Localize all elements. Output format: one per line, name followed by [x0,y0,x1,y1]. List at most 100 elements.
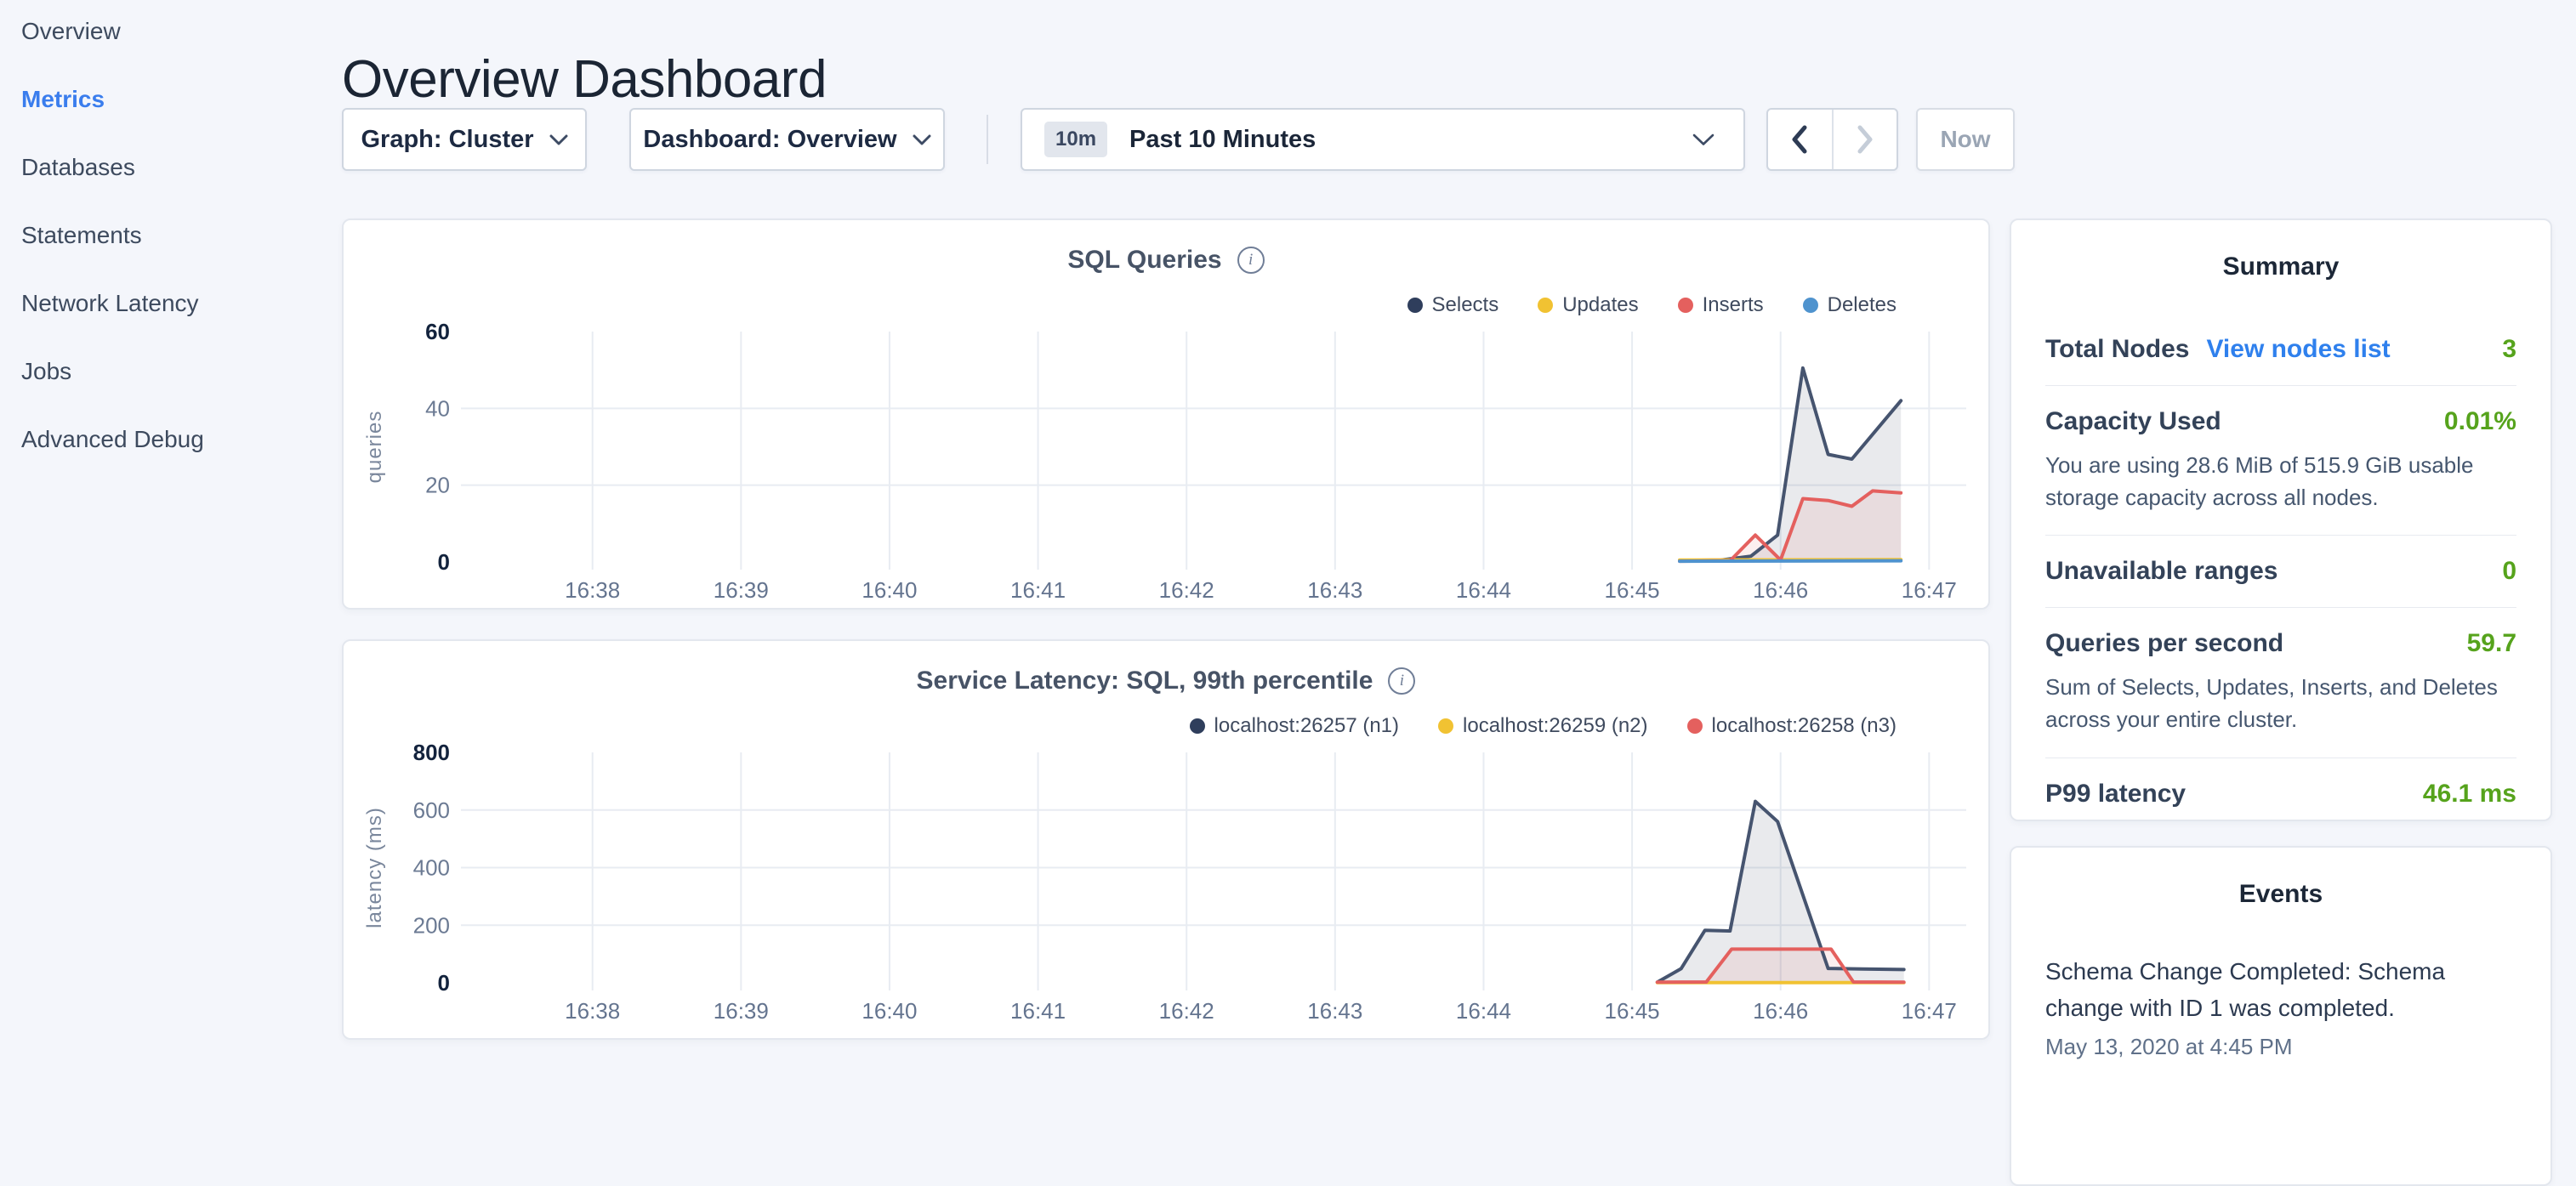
legend-dot-icon [1687,718,1703,734]
svg-text:16:39: 16:39 [714,577,769,603]
svg-text:200: 200 [413,912,450,938]
overview-dashboard-page: { "theme": { "page_bg": "#f4f6fb", "acti… [0,0,2576,1051]
svg-text:queries: queries [363,411,386,484]
svg-text:16:42: 16:42 [1159,577,1214,603]
summary-value: 3 [2502,335,2516,364]
svg-text:16:41: 16:41 [1010,577,1066,603]
svg-text:0: 0 [438,549,450,575]
event-item[interactable]: Schema Change Completed: Schema change w… [2045,953,2516,1060]
events-panel: Events Schema Change Completed: Schema c… [2010,846,2552,1186]
svg-text:400: 400 [413,855,450,881]
chart-legend: localhost:26257 (n1) localhost:26259 (n2)… [1190,714,1896,738]
svg-text:16:44: 16:44 [1456,998,1511,1024]
svg-text:0: 0 [438,970,450,996]
summary-row-total-nodes: Total Nodes View nodes list 3 [2045,314,2516,386]
sidebar-item-databases[interactable]: Databases [0,152,342,183]
svg-text:800: 800 [413,740,450,765]
graph-scope-dropdown[interactable]: Graph: Cluster [342,108,587,171]
legend-label: localhost:26258 (n3) [1712,714,1896,738]
summary-value: 0.01% [2444,407,2516,436]
summary-label: Unavailable ranges [2045,557,2277,586]
event-timestamp: May 13, 2020 at 4:45 PM [2045,1034,2516,1060]
event-text: Schema Change Completed: Schema change w… [2045,953,2516,1027]
legend-dot-icon [1438,718,1453,734]
sidebar-item-advanced-debug[interactable]: Advanced Debug [0,424,342,455]
previous-interval-button[interactable] [1768,110,1834,169]
summary-row-queries-per-second: Queries per second59.7Sum of Selects, Up… [2045,608,2516,758]
legend-item: Inserts [1678,293,1764,317]
chart-title-row: SQL Queries i [344,246,1988,275]
page-title: Overview Dashboard [342,49,827,110]
chart-title: Service Latency: SQL, 99th percentile [917,667,1373,695]
sql-queries-plot: 020406016:3816:3916:4016:4116:4216:4316:… [344,220,1992,611]
summary-value: 46.1 ms [2423,780,2516,809]
legend-item: Selects [1407,293,1499,317]
sql-queries-chart-card: SQL Queries i Selects Updates Inserts Delet… [342,218,1990,610]
chevron-down-icon [1692,133,1714,146]
svg-text:16:40: 16:40 [862,577,917,603]
info-icon[interactable]: i [1388,667,1415,695]
legend-dot-icon [1407,298,1423,313]
chart-legend: Selects Updates Inserts Deletes [1407,293,1897,317]
svg-text:latency (ms): latency (ms) [363,807,386,928]
legend-dot-icon [1678,298,1693,313]
summary-label: Total Nodes [2045,335,2189,364]
sidebar-item-overview[interactable]: Overview [0,16,342,47]
legend-label: Selects [1432,293,1499,317]
svg-text:16:47: 16:47 [1902,577,1957,603]
time-range-badge: 10m [1044,122,1107,157]
legend-label: Deletes [1828,293,1896,317]
legend-label: localhost:26259 (n2) [1463,714,1647,738]
controls-divider [987,115,988,164]
time-range-label: Past 10 Minutes [1129,126,1316,154]
svg-text:60: 60 [425,319,450,344]
graph-scope-label: Graph: Cluster [361,126,533,154]
summary-row-unavailable-ranges: Unavailable ranges0 [2045,536,2516,608]
legend-item: localhost:26257 (n1) [1190,714,1399,738]
svg-text:16:41: 16:41 [1010,998,1066,1024]
sidebar-item-jobs[interactable]: Jobs [0,356,342,387]
summary-subtext: Sum of Selects, Updates, Inserts, and De… [2045,672,2516,735]
legend-dot-icon [1538,298,1553,313]
summary-label: Queries per second [2045,629,2283,658]
time-step-buttons [1766,108,1898,171]
legend-item: Deletes [1803,293,1896,317]
chevron-left-icon [1790,124,1809,155]
svg-text:40: 40 [425,395,450,421]
summary-rows: Total Nodes View nodes list 3 Capacity Used… [2045,314,2516,830]
svg-text:600: 600 [413,797,450,823]
svg-text:20: 20 [425,473,450,498]
svg-text:16:38: 16:38 [565,577,620,603]
sidebar-item-statements[interactable]: Statements [0,220,342,251]
view-nodes-list-link[interactable]: View nodes list [2206,335,2390,364]
summary-row-capacity-used: Capacity Used 0.01% You are using 28.6 MiB… [2045,386,2516,536]
chart-title-row: Service Latency: SQL, 99th percentile i [344,667,1988,695]
svg-text:16:38: 16:38 [565,998,620,1024]
sidebar-item-metrics[interactable]: Metrics [0,84,342,115]
svg-text:16:46: 16:46 [1753,577,1808,603]
service-latency-plot: 0 200 400 600 800 16:38 16:39 16:40 16:41 16:42 16… [344,641,1992,1041]
svg-text:16:47: 16:47 [1902,998,1957,1024]
info-icon[interactable]: i [1237,247,1265,274]
chevron-down-icon [913,134,931,145]
sidebar-item-network-latency[interactable]: Network Latency [0,288,342,319]
summary-label: Capacity Used [2045,407,2221,436]
controls-bar: Graph: Cluster Dashboard: Overview 10m P… [342,108,2077,171]
dashboard-dropdown[interactable]: Dashboard: Overview [629,108,945,171]
summary-subtext: You are using 28.6 MiB of 515.9 GiB usab… [2045,450,2516,514]
dashboard-label: Dashboard: Overview [643,126,896,154]
summary-row-p99-latency: P99 latency46.1 ms [2045,758,2516,830]
svg-text:16:40: 16:40 [862,998,917,1024]
legend-label: Updates [1562,293,1638,317]
svg-text:16:39: 16:39 [714,998,769,1024]
events-title: Events [2045,848,2516,909]
time-range-picker[interactable]: 10m Past 10 Minutes [1021,108,1745,171]
svg-text:16:42: 16:42 [1159,998,1214,1024]
legend-label: localhost:26257 (n1) [1214,714,1399,738]
svg-text:16:46: 16:46 [1753,998,1808,1024]
summary-panel: Summary Total NodesView nodes list3Capac… [2010,218,2552,821]
legend-dot-icon [1803,298,1818,313]
legend-item: Updates [1538,293,1638,317]
now-button: Now [1916,108,2015,171]
legend-item: localhost:26259 (n2) [1438,714,1647,738]
